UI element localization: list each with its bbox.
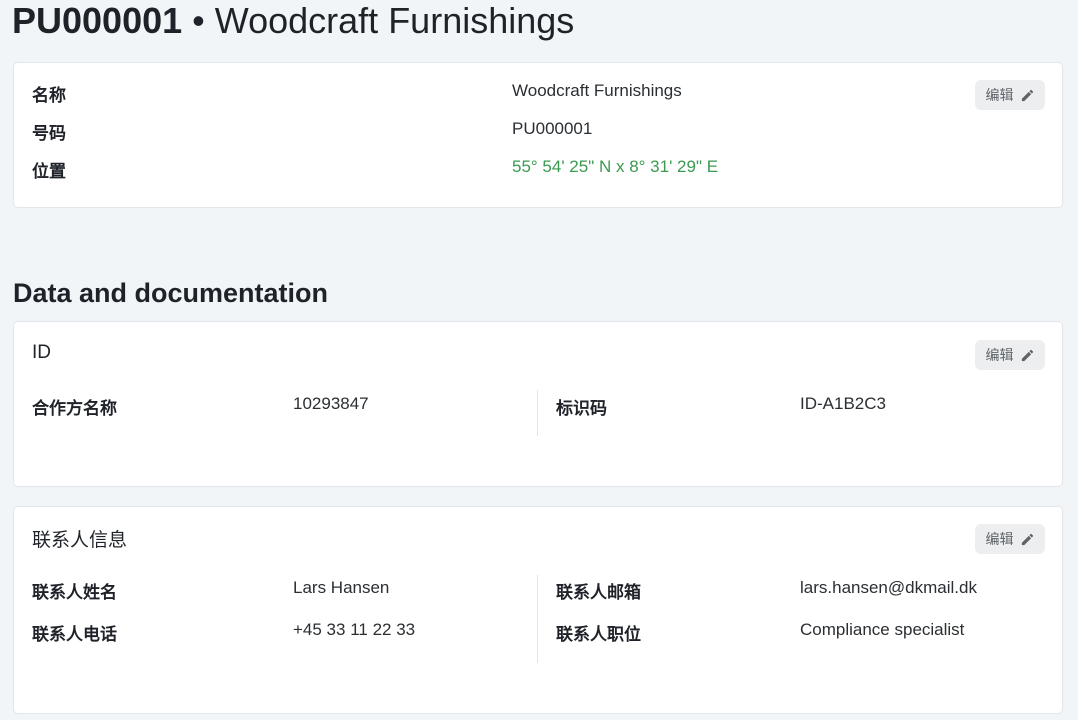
identifier-value: ID-A1B2C3 [800,394,886,413]
partner-name-label: 合作方名称 [32,399,117,418]
contact-edit-button[interactable]: 编辑 [975,524,1045,554]
column-divider [537,390,538,436]
pencil-icon [1021,533,1033,545]
location-link[interactable]: 55° 54' 25" N x 8° 31' 29" E [512,157,718,177]
title-separator: • [192,0,205,41]
partner-name-value: 10293847 [293,394,369,413]
pencil-icon [1021,89,1033,101]
contact-role-value: Compliance specialist [800,620,965,639]
id-card-title: ID [32,342,51,363]
contact-email-label: 联系人邮箱 [556,583,641,602]
partner-name: Woodcraft Furnishings [214,0,575,41]
number-label: 号码 [32,124,66,143]
column-divider [537,575,538,663]
contact-phone-value: +45 33 11 22 33 [293,620,416,639]
number-value: PU000001 [512,119,593,138]
contact-name-label: 联系人姓名 [32,583,117,602]
pencil-icon [1021,349,1033,361]
id-edit-button[interactable]: 编辑 [975,340,1045,370]
section-title: Data and documentation [13,278,329,308]
overview-card: 编辑 名称 Woodcraft Furnishings 号码 PU000001 … [13,62,1063,208]
location-label: 位置 [32,162,66,181]
contact-card-title: 联系人信息 [32,530,128,551]
contact-name-value: Lars Hansen [293,578,390,597]
page-title: PU000001 • Woodcraft Furnishings [12,0,574,44]
edit-label: 编辑 [985,347,1014,363]
contact-role-label: 联系人职位 [556,625,641,644]
id-card: ID 编辑 合作方名称 10293847 标识码 ID-A1B2C3 [13,321,1063,487]
contact-email-value[interactable]: lars.hansen@dkmail.dk [800,578,977,598]
name-label: 名称 [32,86,66,105]
edit-label: 编辑 [985,87,1014,103]
contact-phone-label: 联系人电话 [32,625,117,644]
identifier-label: 标识码 [556,399,607,418]
partner-code: PU000001 [12,0,183,41]
overview-edit-button[interactable]: 编辑 [975,80,1045,110]
edit-label: 编辑 [985,531,1014,547]
contact-card: 联系人信息 编辑 联系人姓名 Lars Hansen 联系人电话 +45 33 … [13,506,1063,714]
name-value: Woodcraft Furnishings [512,81,682,100]
